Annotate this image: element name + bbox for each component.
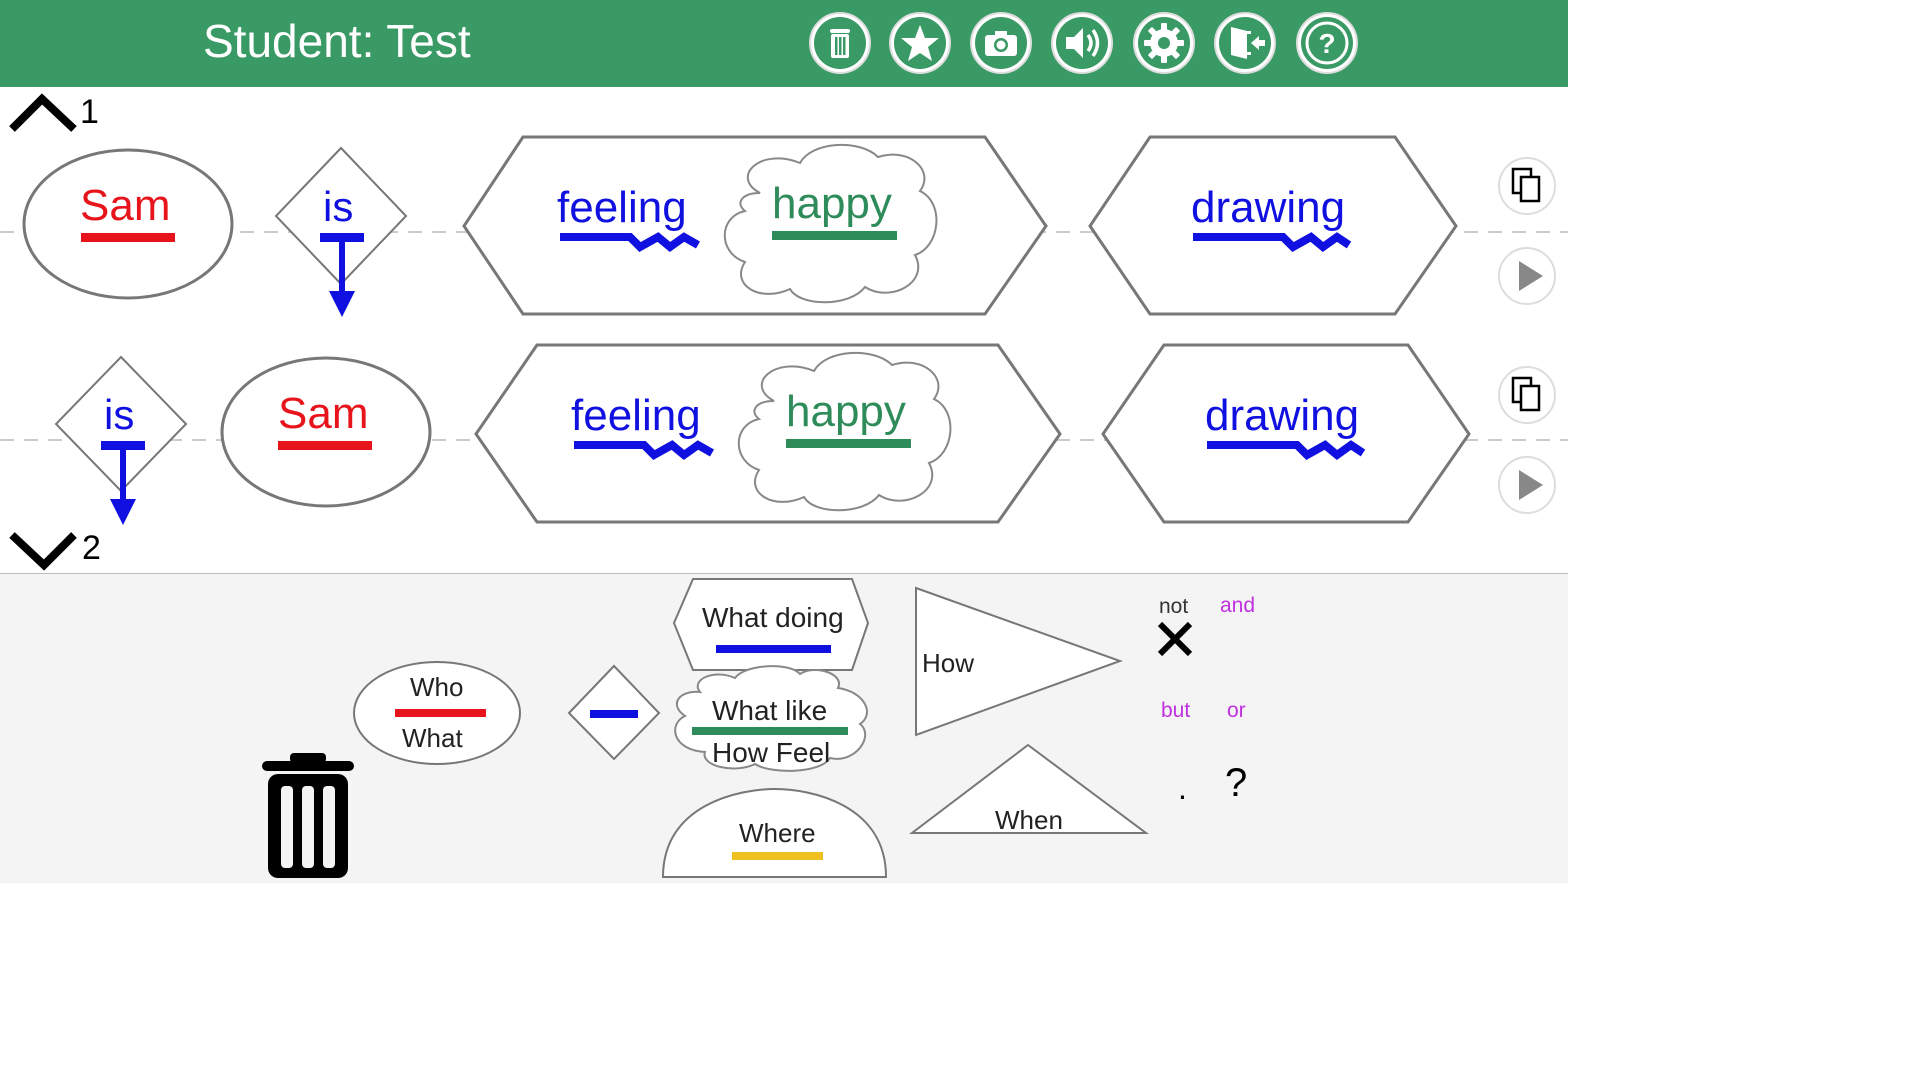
palette-not[interactable]: not [1159, 595, 1188, 619]
what-doing-underline [560, 232, 700, 253]
subject-underline-2 [278, 441, 372, 450]
what-doing-underline-2 [574, 440, 714, 461]
top-bar: Student: Test ? [0, 0, 1568, 87]
camera-icon [970, 12, 1032, 74]
help-button[interactable]: ? [1295, 11, 1359, 75]
gear-icon [1133, 12, 1195, 74]
play-sentence-1-button[interactable] [1497, 246, 1557, 306]
play-sentence-2-button[interactable] [1497, 455, 1557, 515]
verb-word[interactable]: is [323, 183, 353, 231]
palette-what-like[interactable]: What like [712, 695, 827, 727]
settings-button[interactable] [1132, 11, 1196, 75]
what-like-underline-2 [786, 439, 911, 448]
svg-text:?: ? [1318, 28, 1335, 59]
speaker-icon [1051, 12, 1113, 74]
favorites-button[interactable] [888, 11, 952, 75]
palette-when[interactable]: When [995, 805, 1063, 836]
palette-how-feel[interactable]: How Feel [712, 737, 830, 769]
palette-what-doing[interactable]: What doing [702, 602, 844, 634]
what-like-word[interactable]: happy [772, 179, 892, 229]
subject-underline [81, 233, 175, 242]
palette-who[interactable]: Who [410, 672, 463, 703]
star-icon [889, 12, 951, 74]
exit-button[interactable] [1213, 11, 1277, 75]
trash-button[interactable] [808, 11, 872, 75]
camera-button[interactable] [969, 11, 1033, 75]
what-doing-word[interactable]: feeling [557, 183, 687, 233]
sentence-workspace: 1 2 Sam is feeling happy drawing is Sam … [0, 87, 1568, 573]
subject-word[interactable]: Sam [80, 181, 170, 231]
palette-or[interactable]: or [1227, 699, 1246, 723]
palette-question[interactable]: ? [1225, 761, 1247, 806]
trash-icon [809, 12, 871, 74]
copy-sentence-1-button[interactable] [1497, 156, 1557, 216]
palette-trash-icon [262, 753, 354, 878]
palette-but[interactable]: but [1161, 699, 1190, 723]
verb-arrow-icon [320, 233, 364, 317]
copy-sentence-2-button[interactable] [1497, 365, 1557, 425]
verb-word-2[interactable]: is [104, 391, 134, 439]
shape-palette: Who What What doing What like How Feel W… [0, 573, 1568, 883]
second-doing-underline-2 [1207, 440, 1366, 461]
what-doing-word-2[interactable]: feeling [571, 391, 701, 441]
palette-and[interactable]: and [1220, 594, 1255, 618]
not-x-icon [1157, 621, 1193, 657]
second-doing-underline [1193, 232, 1352, 253]
exit-icon [1214, 12, 1276, 74]
palette-how[interactable]: How [922, 648, 974, 679]
verb-arrow-icon-2 [101, 441, 145, 525]
student-title: Student: Test [203, 15, 471, 67]
palette-where[interactable]: Where [739, 818, 816, 849]
palette-what[interactable]: What [402, 723, 463, 754]
second-doing-word-2[interactable]: drawing [1205, 391, 1359, 441]
palette-period[interactable]: . [1178, 770, 1187, 807]
help-icon: ? [1296, 12, 1358, 74]
speaker-button[interactable] [1050, 11, 1114, 75]
second-doing-word[interactable]: drawing [1191, 183, 1345, 233]
what-like-word-2[interactable]: happy [786, 387, 906, 437]
subject-word-2[interactable]: Sam [278, 389, 368, 439]
what-like-underline [772, 231, 897, 240]
